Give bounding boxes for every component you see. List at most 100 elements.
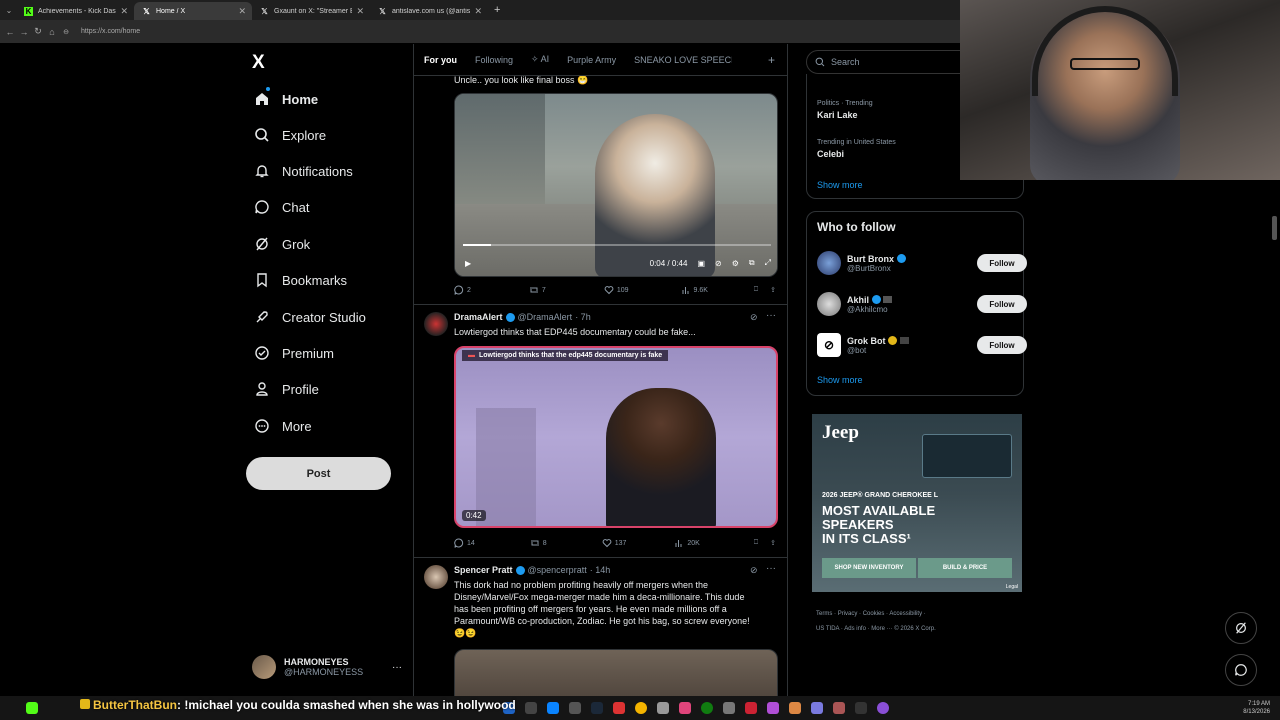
app-icon[interactable] (657, 702, 669, 714)
close-tab-icon[interactable]: ✕ (238, 6, 246, 17)
ad-build-price-button[interactable]: BUILD & PRICE (918, 558, 1012, 578)
tweet-image[interactable] (454, 649, 778, 696)
captions-icon[interactable]: ▣ (697, 259, 705, 268)
avatar[interactable] (424, 565, 448, 589)
author-name[interactable]: Spencer Pratt (454, 565, 513, 575)
sidebar-item-creator-studio[interactable]: Creator Studio (254, 302, 366, 332)
avatar[interactable] (424, 312, 448, 336)
app-icon[interactable] (767, 702, 779, 714)
views-button[interactable]: 20K (674, 538, 700, 548)
app-icon[interactable] (547, 702, 559, 714)
tab-ai[interactable]: ✧ AI (531, 54, 549, 65)
new-tab-button[interactable]: + (494, 4, 500, 16)
browser-tab-home[interactable]: 𝕏 Home / X ✕ (134, 2, 252, 20)
fullscreen-icon[interactable]: ⤢ (765, 258, 771, 268)
settings-gear-icon[interactable]: ⚙ (732, 259, 739, 268)
grok-fab[interactable] (1225, 612, 1257, 644)
ad-legal-link[interactable]: Legal (1006, 584, 1018, 590)
footer-link[interactable]: US TIDA (816, 626, 839, 632)
repost-button[interactable]: 8 (530, 538, 547, 548)
sidebar-item-explore[interactable]: Explore (254, 120, 326, 150)
like-button[interactable]: 109 (604, 285, 629, 295)
tweet-more-icon[interactable]: ··· (766, 310, 776, 321)
browser-tab-antislave[interactable]: 𝕏 antislave.com us (@antislave1) / X ✕ (370, 2, 488, 20)
app-icon[interactable] (613, 702, 625, 714)
show-more-link[interactable]: Show more (817, 180, 863, 190)
views-button[interactable]: 9.6K (681, 285, 708, 295)
grok-action-icon[interactable]: ⊘ (750, 565, 758, 576)
account-menu-icon[interactable]: ··· (392, 662, 402, 673)
sidebar-item-bookmarks[interactable]: Bookmarks (254, 265, 347, 295)
jeep-ad[interactable]: Jeep 2026 JEEP® GRAND CHEROKEE L MOST AV… (812, 414, 1022, 592)
post-button[interactable]: Post (246, 457, 391, 490)
bookmark-icon[interactable]: ⎕ (754, 539, 758, 547)
close-tab-icon[interactable]: ✕ (474, 6, 482, 17)
x-logo[interactable]: X (252, 52, 265, 74)
author-handle[interactable]: @spencerpratt (528, 565, 587, 575)
tweet-video[interactable]: ▬ Lowtiergod thinks that the edp445 docu… (454, 346, 778, 528)
tab-sneako-love-speech[interactable]: SNEAKO LOVE SPEECH (634, 55, 732, 65)
follow-suggestion[interactable]: ⊘ Grok Bot @bot Follow (817, 331, 1027, 359)
footer-link[interactable]: Privacy (838, 611, 858, 617)
follow-button[interactable]: Follow (977, 295, 1027, 313)
share-icon[interactable]: ⇪ (770, 539, 776, 547)
tray-clock[interactable]: 7:19 AM 8/13/2026 (1243, 700, 1270, 716)
show-more-link[interactable]: Show more (817, 375, 863, 385)
sidebar-item-profile[interactable]: Profile (254, 374, 319, 404)
kick-icon[interactable] (26, 702, 38, 714)
app-icon[interactable] (855, 702, 867, 714)
chrome-icon[interactable] (635, 702, 647, 714)
trend-item[interactable]: Trending in United States Celebi (817, 139, 896, 159)
tweet-more-icon[interactable]: ··· (766, 563, 776, 574)
pip-icon[interactable]: ⧉ (749, 258, 755, 268)
sidebar-item-home[interactable]: Home (254, 84, 318, 114)
author-name[interactable]: DramaAlert (454, 312, 503, 322)
reload-icon[interactable]: ↻ (31, 26, 45, 37)
app-icon[interactable] (789, 702, 801, 714)
app-icon[interactable] (525, 702, 537, 714)
home-icon[interactable]: ⌂ (45, 27, 59, 37)
follow-button[interactable]: Follow (977, 254, 1027, 272)
video-progress-bar[interactable] (463, 244, 771, 246)
browser-tab-kick[interactable]: K Achievements - Kick Dashboard ✕ (16, 2, 134, 20)
messages-fab[interactable] (1225, 654, 1257, 686)
follow-suggestion[interactable]: Burt Bronx @BurtBronx Follow (817, 249, 1027, 277)
bookmark-icon[interactable]: ⎕ (754, 286, 758, 294)
app-icon[interactable] (833, 702, 845, 714)
app-icon[interactable] (745, 702, 757, 714)
app-icon[interactable] (723, 702, 735, 714)
close-tab-icon[interactable]: ✕ (356, 6, 364, 17)
close-tab-icon[interactable]: ✕ (120, 6, 128, 17)
author-handle[interactable]: @DramaAlert (518, 312, 573, 322)
footer-link[interactable]: More ··· (871, 626, 892, 632)
add-tab-icon[interactable]: + (768, 53, 775, 67)
grok-action-icon[interactable]: ⊘ (750, 312, 758, 323)
repost-button[interactable]: 7 (529, 285, 546, 295)
sidebar-item-chat[interactable]: Chat (254, 192, 309, 222)
sidebar-item-grok[interactable]: Grok (254, 229, 310, 259)
tab-menu-icon[interactable]: ⌄ (2, 6, 16, 15)
tweet-time[interactable]: · 7h (575, 312, 591, 322)
mute-icon[interactable]: ⊘ (715, 259, 722, 268)
footer-link[interactable]: Cookies (863, 611, 885, 617)
follow-button[interactable]: Follow (977, 336, 1027, 354)
footer-link[interactable]: Ads info (844, 626, 866, 632)
sidebar-item-notifications[interactable]: Notifications (254, 156, 353, 186)
account-switcher[interactable]: HARMONEYES @HARMONEYESS ··· (252, 650, 402, 684)
ad-shop-inventory-button[interactable]: SHOP NEW INVENTORY (822, 558, 916, 578)
follow-suggestion[interactable]: Akhil @Akhilcmo Follow (817, 290, 1027, 318)
footer-link[interactable]: Terms (816, 611, 832, 617)
reply-button[interactable]: 2 (454, 285, 471, 295)
tab-following[interactable]: Following (475, 55, 513, 65)
app-icon[interactable] (679, 702, 691, 714)
app-icon[interactable] (877, 702, 889, 714)
sidebar-item-more[interactable]: More (254, 411, 312, 441)
app-icon[interactable] (811, 702, 823, 714)
back-icon[interactable]: ← (3, 27, 17, 37)
app-icon[interactable] (569, 702, 581, 714)
url-input[interactable]: https://x.com/home (81, 28, 140, 35)
trend-item[interactable]: Politics · Trending Kari Lake (817, 100, 873, 120)
sidebar-item-premium[interactable]: Premium (254, 338, 334, 368)
play-icon[interactable]: ▶ (465, 259, 471, 268)
tweet-time[interactable]: · 14h (590, 565, 611, 575)
